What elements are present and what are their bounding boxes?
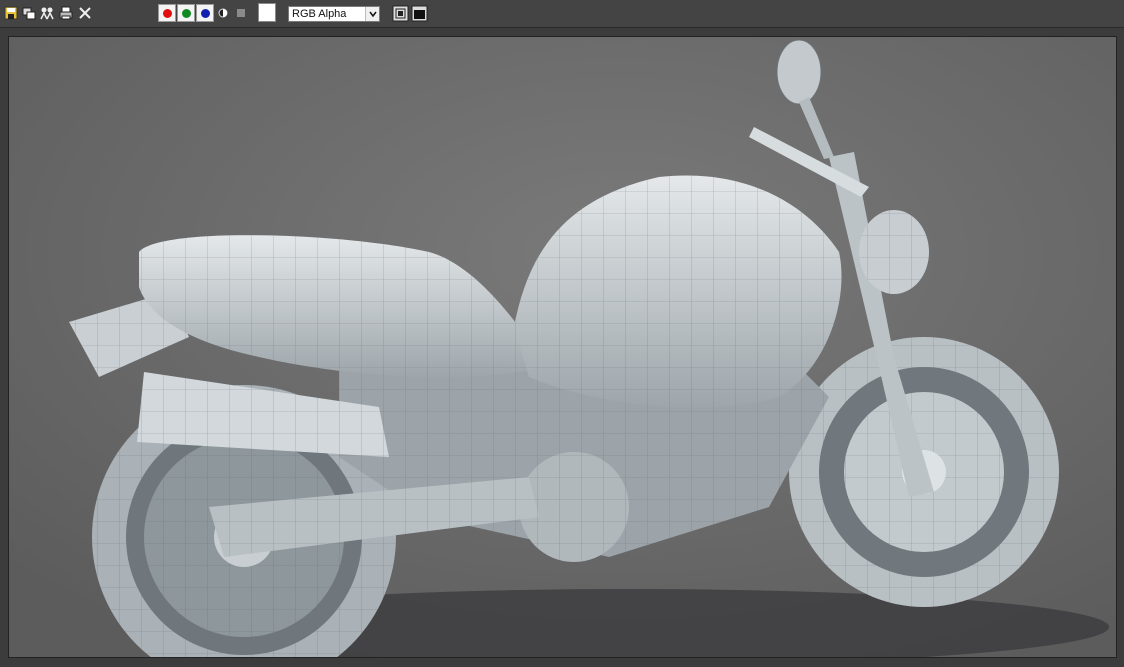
toolbar: RGB Alpha — [0, 0, 1124, 28]
close-icon[interactable] — [77, 5, 93, 21]
toggle-ui-icon[interactable] — [411, 5, 428, 22]
toggle-ui-overlay-icon[interactable] — [392, 5, 409, 22]
clone-icon[interactable] — [21, 5, 37, 21]
red-channel-toggle[interactable] — [158, 4, 176, 22]
render-frame-window: RGB Alpha — [0, 0, 1124, 667]
color-swatch[interactable] — [258, 3, 276, 22]
render-viewport[interactable] — [8, 36, 1117, 658]
green-channel-icon — [182, 9, 191, 18]
display-channel-value: RGB Alpha — [292, 8, 347, 20]
channels-icon[interactable] — [39, 5, 55, 21]
red-channel-icon — [163, 9, 172, 18]
alpha-channel-icon[interactable] — [217, 7, 229, 19]
monochrome-icon[interactable] — [236, 8, 246, 18]
blue-channel-icon — [201, 9, 210, 18]
chevron-down-icon — [365, 7, 379, 21]
blue-channel-toggle[interactable] — [196, 4, 214, 22]
display-channel-select[interactable]: RGB Alpha — [288, 6, 380, 22]
print-icon[interactable] — [58, 5, 74, 21]
rendered-motorcycle-image — [9, 37, 1116, 657]
save-icon[interactable] — [3, 5, 19, 21]
green-channel-toggle[interactable] — [177, 4, 195, 22]
